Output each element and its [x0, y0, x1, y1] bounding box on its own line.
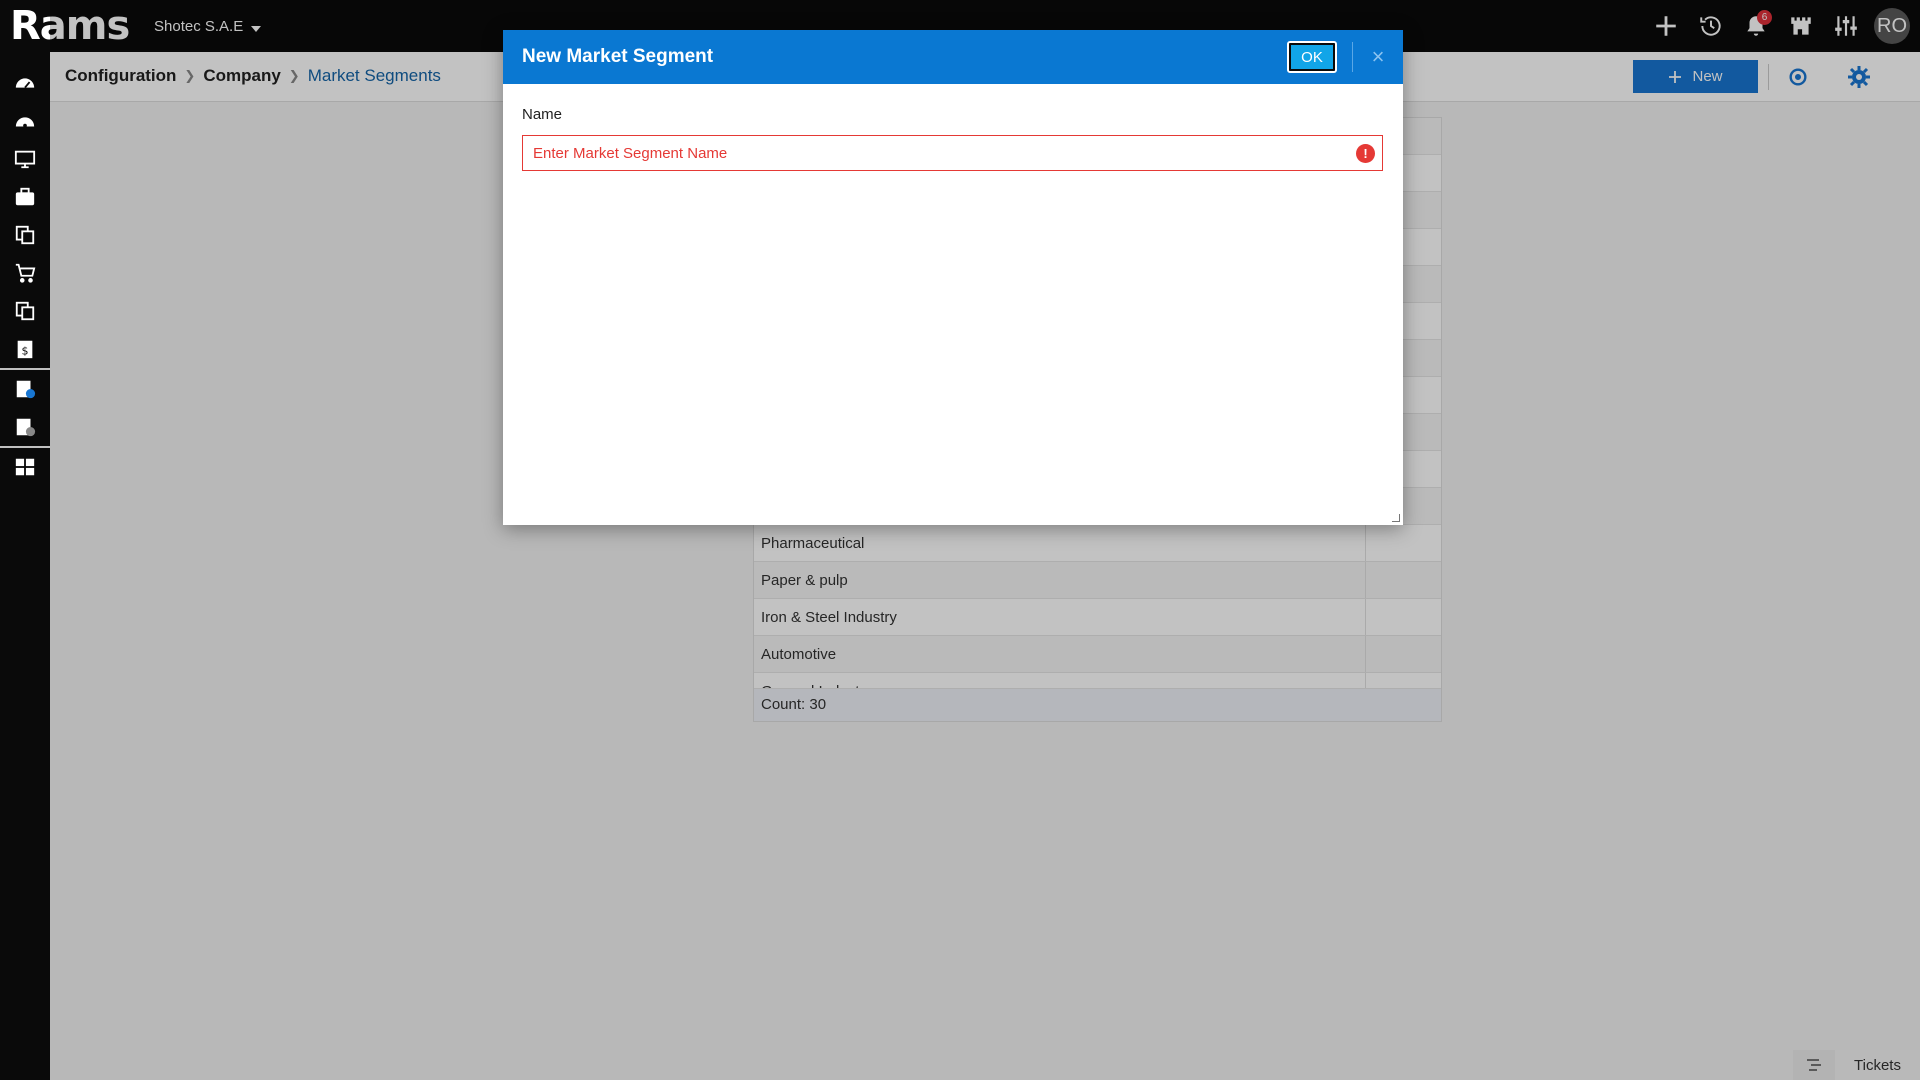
error-icon: !: [1356, 144, 1375, 163]
dialog-header: New Market Segment OK ×: [503, 30, 1403, 84]
name-label: Name: [522, 106, 563, 123]
svg-text:$: $: [22, 345, 29, 358]
header-divider: [1352, 42, 1353, 72]
close-icon[interactable]: ×: [1363, 42, 1393, 72]
dialog-title: New Market Segment: [522, 46, 714, 67]
ok-button[interactable]: OK: [1287, 41, 1337, 73]
invoice-icon[interactable]: $: [0, 330, 50, 368]
modules-icon[interactable]: [0, 448, 50, 486]
settings-list-icon[interactable]: [0, 408, 50, 446]
documents-icon[interactable]: [0, 216, 50, 254]
cart-icon[interactable]: [0, 254, 50, 292]
new-market-segment-dialog: New Market Segment OK × Name !: [503, 30, 1403, 525]
resize-handle[interactable]: [1392, 514, 1400, 522]
monitor-icon[interactable]: [0, 140, 50, 178]
dashboard-icon[interactable]: [0, 64, 50, 102]
sidebar: $: [0, 52, 50, 1080]
name-input[interactable]: [522, 135, 1383, 171]
documents-icon[interactable]: [0, 292, 50, 330]
speedometer-icon[interactable]: [0, 102, 50, 140]
approvals-icon[interactable]: [0, 370, 50, 408]
briefcase-icon[interactable]: [0, 178, 50, 216]
